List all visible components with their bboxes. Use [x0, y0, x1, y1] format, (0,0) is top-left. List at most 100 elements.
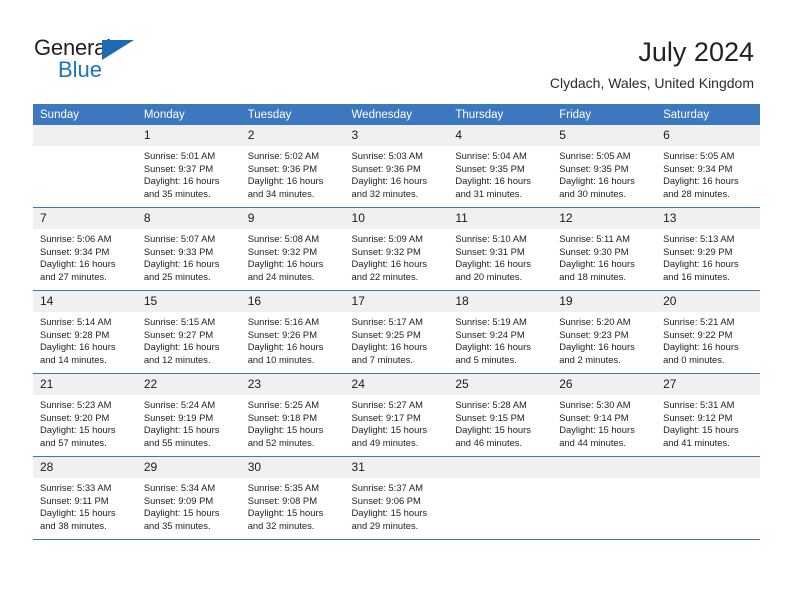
sunrise-time: Sunrise: 5:24 AM [143, 399, 216, 410]
day-number: 18 [448, 291, 553, 312]
calendar-day-cell[interactable]: 3 Sunrise: 5:03 AM Sunset: 9:36 PM Daylight… [344, 125, 449, 208]
calendar-day-cell[interactable]: 1 Sunrise: 5:01 AM Sunset: 9:37 PM Daylight… [136, 125, 241, 208]
daylight-duration-line1: Daylight: 16 hours [455, 258, 531, 270]
calendar-day-cell[interactable]: 21 Sunrise: 5:23 AM Sunset: 9:20 PM Dayligh… [33, 373, 137, 457]
calendar-day-cell[interactable]: 29 Sunrise: 5:34 AM Sunset: 9:09 PM Dayligh… [136, 456, 241, 540]
daylight-duration-line1: Daylight: 16 hours [40, 341, 116, 353]
sunrise-time: Sunrise: 5:05 AM [663, 150, 735, 161]
sunset-time: Sunset: 9:17 PM [351, 411, 421, 423]
day-details: Sunrise: 5:11 AM Sunset: 9:30 PM Daylight:… [552, 229, 656, 283]
calendar-day-cell[interactable]: 23 Sunrise: 5:25 AM Sunset: 9:18 PM Dayligh… [240, 373, 345, 457]
daylight-duration-line1: Daylight: 16 hours [559, 258, 635, 270]
day-number: 6 [656, 125, 760, 146]
calendar-day-cell[interactable]: 15 Sunrise: 5:15 AM Sunset: 9:27 PM Dayligh… [136, 290, 241, 374]
calendar-day-cell[interactable]: 8 Sunrise: 5:07 AM Sunset: 9:33 PM Daylight… [136, 207, 241, 291]
calendar-day-cell[interactable]: 14 Sunrise: 5:14 AM Sunset: 9:28 PM Dayligh… [33, 290, 137, 374]
sunset-time: Sunset: 9:33 PM [143, 245, 214, 257]
day-details: Sunrise: 5:23 AM Sunset: 9:20 PM Daylight:… [33, 395, 137, 449]
day-number: 20 [656, 291, 760, 312]
sunrise-time: Sunrise: 5:05 AM [559, 150, 631, 161]
calendar-day-cell[interactable]: 22 Sunrise: 5:24 AM Sunset: 9:19 PM Dayligh… [136, 373, 241, 457]
sunset-time: Sunset: 9:35 PM [559, 162, 629, 174]
sunset-time: Sunset: 9:32 PM [351, 245, 421, 257]
sunset-time: Sunset: 9:25 PM [351, 328, 421, 340]
daylight-duration-line1: Daylight: 16 hours [351, 341, 428, 353]
calendar-day-cell[interactable]: 24 Sunrise: 5:27 AM Sunset: 9:17 PM Dayligh… [344, 373, 449, 457]
sunrise-time: Sunrise: 5:10 AM [455, 233, 527, 244]
sunset-time: Sunset: 9:31 PM [455, 245, 525, 257]
sunset-time: Sunset: 9:11 PM [40, 494, 109, 506]
sunset-time: Sunset: 9:20 PM [40, 411, 110, 423]
general-blue-logo[interactable]: General Blue [34, 36, 214, 84]
calendar-day-cell[interactable]: 28 Sunrise: 5:33 AM Sunset: 9:11 PM Dayligh… [33, 456, 137, 540]
sunrise-time: Sunrise: 5:33 AM [40, 482, 112, 493]
calendar-day-cell[interactable]: 9 Sunrise: 5:08 AM Sunset: 9:32 PM Daylight… [240, 207, 345, 291]
calendar-day-cell[interactable]: 2 Sunrise: 5:02 AM Sunset: 9:36 PM Daylight… [240, 125, 345, 208]
daylight-duration-line1: Daylight: 15 hours [663, 424, 739, 436]
sunrise-time: Sunrise: 5:35 AM [247, 482, 320, 493]
day-number: 17 [344, 291, 449, 312]
daylight-duration-line2: and 28 minutes. [663, 187, 730, 199]
sunrise-time: Sunrise: 5:30 AM [559, 399, 631, 410]
sunrise-time: Sunrise: 5:08 AM [247, 233, 320, 244]
day-number: 15 [136, 291, 241, 312]
calendar-week-row: 28 Sunrise: 5:33 AM Sunset: 9:11 PM Dayligh… [33, 456, 760, 540]
sunset-time: Sunset: 9:35 PM [455, 162, 525, 174]
day-number: 14 [33, 291, 137, 312]
day-number: 13 [656, 208, 760, 229]
calendar-day-cell[interactable]: 7 Sunrise: 5:06 AM Sunset: 9:34 PM Daylight… [33, 207, 137, 291]
daylight-duration-line2: and 49 minutes. [351, 436, 419, 448]
sunrise-time: Sunrise: 5:09 AM [351, 233, 423, 244]
calendar-day-cell[interactable]: 26 Sunrise: 5:30 AM Sunset: 9:14 PM Dayligh… [552, 373, 657, 457]
calendar-day-cell[interactable]: 31 Sunrise: 5:37 AM Sunset: 9:06 PM Dayligh… [344, 456, 449, 540]
day-details: Sunrise: 5:05 AM Sunset: 9:34 PM Daylight:… [656, 146, 760, 200]
day-details: Sunrise: 5:01 AM Sunset: 9:37 PM Daylight:… [137, 146, 241, 200]
sunrise-time: Sunrise: 5:21 AM [663, 316, 735, 327]
calendar-day-cell[interactable]: 30 Sunrise: 5:35 AM Sunset: 9:08 PM Dayligh… [240, 456, 345, 540]
calendar-day-cell[interactable]: 6 Sunrise: 5:05 AM Sunset: 9:34 PM Daylight… [656, 125, 760, 208]
sunrise-time: Sunrise: 5:34 AM [143, 482, 216, 493]
calendar-day-cell[interactable]: 11 Sunrise: 5:10 AM Sunset: 9:31 PM Dayligh… [448, 207, 553, 291]
day-number: 27 [656, 374, 760, 395]
daylight-duration-line2: and 35 minutes. [143, 519, 211, 531]
sunset-time: Sunset: 9:18 PM [247, 411, 317, 423]
calendar-day-cell[interactable]: 17 Sunrise: 5:17 AM Sunset: 9:25 PM Dayligh… [344, 290, 449, 374]
page-title: July 2024 [638, 37, 754, 67]
calendar-day-cell[interactable]: 12 Sunrise: 5:11 AM Sunset: 9:30 PM Dayligh… [552, 207, 657, 291]
day-number: 4 [448, 125, 553, 146]
sunset-time: Sunset: 9:30 PM [559, 245, 629, 257]
day-details: Sunrise: 5:15 AM Sunset: 9:27 PM Daylight:… [137, 312, 241, 366]
daylight-duration-line2: and 14 minutes. [40, 353, 107, 365]
calendar-day-cell[interactable]: 25 Sunrise: 5:28 AM Sunset: 9:15 PM Dayligh… [448, 373, 553, 457]
daylight-duration-line1: Daylight: 16 hours [143, 175, 220, 187]
sunrise-time: Sunrise: 5:27 AM [351, 399, 423, 410]
calendar-day-cell[interactable]: 18 Sunrise: 5:19 AM Sunset: 9:24 PM Dayligh… [448, 290, 553, 374]
day-details: Sunrise: 5:16 AM Sunset: 9:26 PM Daylight:… [241, 312, 345, 366]
day-details: Sunrise: 5:04 AM Sunset: 9:35 PM Daylight:… [448, 146, 552, 200]
sunrise-time: Sunrise: 5:14 AM [40, 316, 112, 327]
day-number: 5 [552, 125, 657, 146]
day-details: Sunrise: 5:31 AM Sunset: 9:12 PM Daylight:… [656, 395, 760, 449]
sunset-time: Sunset: 9:08 PM [247, 494, 317, 506]
daylight-duration-line2: and 30 minutes. [559, 187, 626, 199]
calendar-day-cell[interactable]: 5 Sunrise: 5:05 AM Sunset: 9:35 PM Daylight… [552, 125, 657, 208]
calendar-day-cell[interactable]: 20 Sunrise: 5:21 AM Sunset: 9:22 PM Dayligh… [656, 290, 760, 374]
calendar-day-cell[interactable]: 19 Sunrise: 5:20 AM Sunset: 9:23 PM Dayligh… [552, 290, 657, 374]
day-number: 10 [344, 208, 449, 229]
weekday-header-friday: Friday [552, 104, 657, 125]
calendar-day-cell[interactable]: 16 Sunrise: 5:16 AM Sunset: 9:26 PM Dayligh… [240, 290, 345, 374]
day-details: Sunrise: 5:24 AM Sunset: 9:19 PM Daylight:… [137, 395, 241, 449]
sunset-time: Sunset: 9:34 PM [663, 162, 733, 174]
sunrise-time: Sunrise: 5:11 AM [559, 233, 630, 244]
daylight-duration-line1: Daylight: 16 hours [351, 258, 428, 270]
daylight-duration-line2: and 34 minutes. [247, 187, 315, 199]
calendar-week-row: 21 Sunrise: 5:23 AM Sunset: 9:20 PM Dayligh… [33, 373, 760, 457]
day-details: Sunrise: 5:33 AM Sunset: 9:11 PM Daylight:… [33, 478, 137, 532]
daylight-duration-line2: and 38 minutes. [40, 519, 107, 531]
daylight-duration-line1: Daylight: 16 hours [663, 258, 739, 270]
calendar-day-cell[interactable]: 13 Sunrise: 5:13 AM Sunset: 9:29 PM Dayligh… [656, 207, 760, 291]
calendar-day-cell[interactable]: 10 Sunrise: 5:09 AM Sunset: 9:32 PM Dayligh… [344, 207, 449, 291]
calendar-day-cell[interactable]: 4 Sunrise: 5:04 AM Sunset: 9:35 PM Daylight… [448, 125, 553, 208]
calendar-day-cell[interactable]: 27 Sunrise: 5:31 AM Sunset: 9:12 PM Dayligh… [656, 373, 760, 457]
daylight-duration-line1: Daylight: 15 hours [559, 424, 635, 436]
